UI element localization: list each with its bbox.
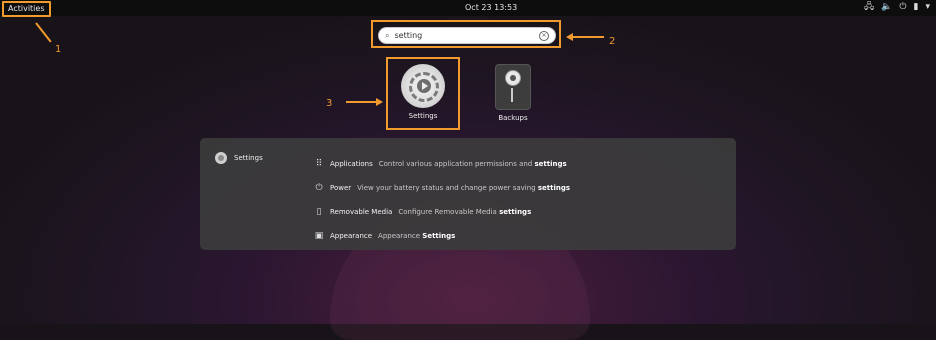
result-match: settings: [537, 184, 571, 192]
activities-button[interactable]: Activities: [2, 1, 51, 17]
result-title: Appearance: [330, 232, 373, 240]
settings-provider-icon: [215, 152, 227, 164]
result-description: Configure Removable Media settings: [398, 208, 531, 216]
menu-arrow-icon[interactable]: ▾: [925, 2, 930, 13]
power-icon[interactable]: ⏻: [899, 2, 906, 13]
result-list: ⠿ Applications Control various applicati…: [314, 152, 570, 248]
result-desc-text: Appearance: [378, 232, 423, 240]
app-label-settings: Settings: [408, 112, 438, 120]
app-settings[interactable]: Settings: [390, 64, 456, 120]
app-label-backups: Backups: [498, 114, 528, 122]
settings-app-icon: [401, 64, 445, 108]
result-applications[interactable]: ⠿ Applications Control various applicati…: [314, 152, 570, 176]
result-desc-text: View your battery status and change powe…: [357, 184, 538, 192]
result-match: Settings: [422, 232, 456, 240]
power-icon: ⏻: [315, 183, 323, 193]
result-description: Appearance Settings: [378, 232, 455, 240]
volume-icon[interactable]: 🔈: [881, 2, 892, 13]
callout-arrow-3: [346, 101, 376, 103]
result-description: View your battery status and change powe…: [357, 184, 570, 192]
backups-stem: [511, 88, 513, 102]
backups-app-icon: [495, 64, 531, 110]
result-description: Control various application permissions …: [379, 160, 567, 168]
result-desc-text: Control various application permissions …: [378, 160, 535, 168]
result-match: settings: [499, 208, 532, 216]
result-removable-media[interactable]: ▯ Removable Media Configure Removable Me…: [314, 200, 570, 224]
appearance-icon: ▣: [314, 231, 324, 241]
callout-arrow-1: [35, 22, 52, 43]
network-icon[interactable]: 🖧: [864, 2, 874, 13]
clear-search-icon[interactable]: ×: [539, 30, 549, 41]
removable-media-icon: ▯: [316, 207, 322, 217]
callout-arrowhead-3: [376, 98, 383, 106]
provider-label: Settings: [234, 154, 263, 162]
search-field[interactable]: ⌕ ×: [378, 27, 556, 44]
backups-lens: [505, 70, 521, 86]
top-bar: Activities Oct 23 13:53 🖧 🔈 ⏻ ▮ ▾: [0, 0, 936, 17]
result-match: settings: [534, 160, 567, 168]
result-title: Removable Media: [330, 208, 393, 216]
battery-icon[interactable]: ▮: [914, 2, 919, 13]
callout-label-2: 2: [609, 36, 616, 47]
clock[interactable]: Oct 23 13:53: [465, 3, 517, 12]
result-desc-text: Configure Removable Media: [398, 208, 500, 216]
callout-label-3: 3: [326, 98, 333, 109]
gear-center: [417, 79, 431, 93]
result-appearance[interactable]: ▣ Appearance Appearance Settings: [314, 224, 570, 248]
result-provider[interactable]: Settings: [215, 152, 263, 164]
callout-arrowhead-2: [566, 33, 573, 41]
system-tray[interactable]: 🖧 🔈 ⏻ ▮ ▾: [864, 2, 930, 13]
search-results-panel: Settings ⠿ Applications Control various …: [200, 138, 736, 250]
result-title: Power: [330, 184, 352, 192]
search-icon: ⌕: [385, 30, 390, 40]
app-backups[interactable]: Backups: [480, 64, 546, 122]
result-title: Applications: [330, 160, 373, 168]
callout-arrow-2: [570, 36, 604, 38]
search-input[interactable]: [394, 31, 534, 40]
result-power[interactable]: ⏻ Power View your battery status and cha…: [314, 176, 570, 200]
applications-grid-icon: ⠿: [315, 159, 323, 169]
callout-label-1: 1: [55, 44, 62, 55]
